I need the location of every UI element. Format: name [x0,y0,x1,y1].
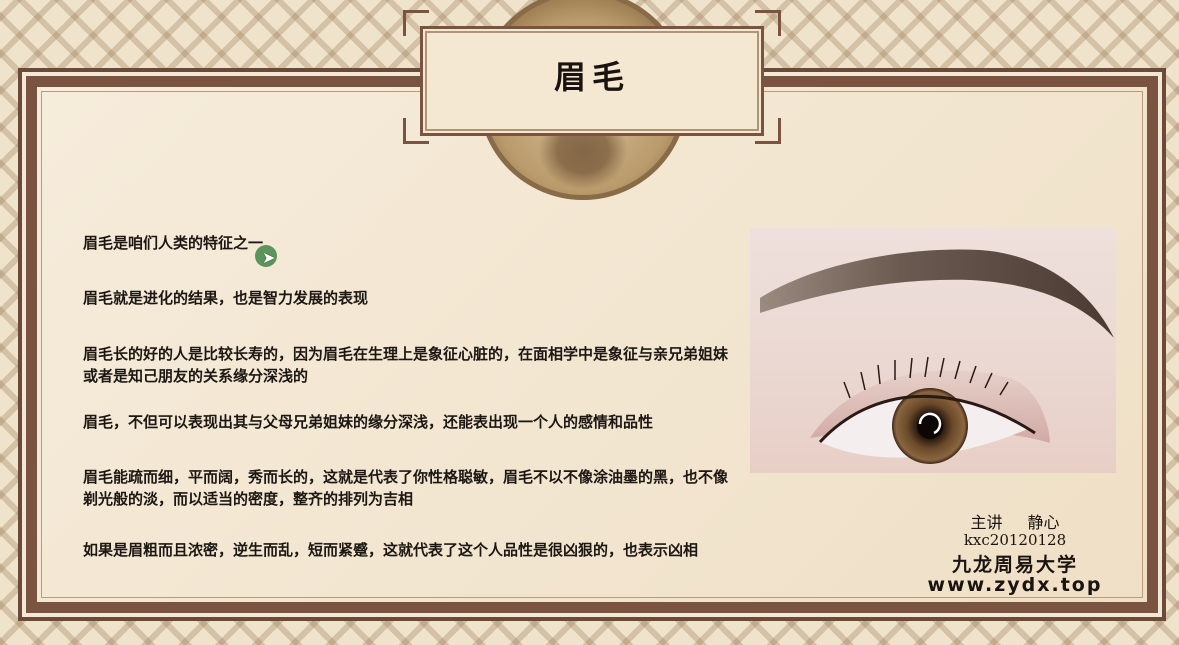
slide-title: 眉毛 [553,58,630,96]
corner-ornament [403,118,429,144]
website-link[interactable]: www.zydx.top [905,574,1125,596]
corner-ornament [403,10,429,36]
corner-ornament [755,10,781,36]
paragraph-3: 眉毛长的好的人是比较长寿的，因为眉毛在生理上是象征心脏的，在面相学中是象征与亲兄… [83,345,729,385]
eyebrow-shape [760,249,1114,338]
eye-illustration [760,249,1114,464]
paragraph-4: 眉毛，不但可以表现出其与父母兄弟姐妹的缘分深浅，还能表出现一个人的感情和品性 [83,413,654,431]
cursor-arrow-icon: ➤ [262,248,276,267]
paragraph-2: 眉毛就是进化的结果，也是智力发展的表现 [83,289,369,307]
eyebrow-eye-photo [750,228,1116,473]
university-name: 九龙周易大学 [951,554,1078,576]
paragraph-5: 眉毛能疏而细，平而阔，秀而长的，这就是代表了你性格聪敏，眉毛不以不像涂油墨的黑，… [83,468,729,508]
corner-ornament [755,118,781,144]
speaker-credit: 主讲 静心 [970,513,1060,532]
paragraph-6: 如果是眉粗而且浓密，逆生而乱，短而紧蹙，这就代表了这个人品性是很凶狠的，也表示凶… [83,541,699,559]
paragraph-1: 眉毛是咱们人类的特征之一 [83,234,264,252]
speaker-id: kxc20120128 [963,531,1067,549]
